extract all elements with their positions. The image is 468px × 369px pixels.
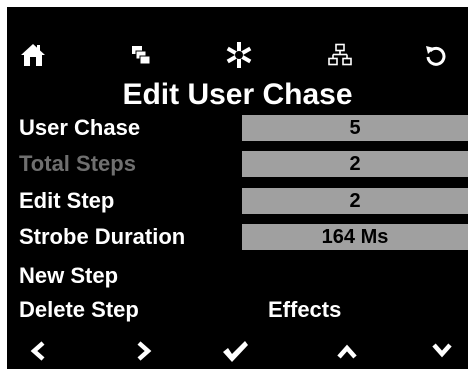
- delete-step-button[interactable]: Delete Step: [19, 296, 139, 324]
- chevron-left-icon[interactable]: [23, 333, 53, 369]
- layers-icon[interactable]: [125, 35, 157, 75]
- chevron-down-icon[interactable]: [426, 333, 458, 369]
- field-row-total-steps: Total Steps 2: [7, 150, 468, 178]
- field-value[interactable]: 5: [242, 115, 468, 141]
- field-row-edit-step[interactable]: Edit Step 2: [7, 187, 468, 215]
- chevron-up-icon[interactable]: [331, 333, 363, 369]
- field-label: Strobe Duration: [19, 224, 186, 249]
- field-row-user-chase[interactable]: User Chase 5: [7, 114, 468, 142]
- network-icon[interactable]: [322, 35, 358, 75]
- page-title: Edit User Chase: [122, 78, 353, 111]
- field-value: 2: [242, 151, 468, 177]
- field-label: Edit Step: [19, 188, 115, 213]
- undo-icon[interactable]: [418, 35, 454, 75]
- field-value[interactable]: 2: [242, 188, 468, 214]
- top-toolbar: [7, 35, 468, 75]
- asterisk-icon[interactable]: [221, 35, 257, 75]
- device-screen: Edit User Chase User Chase 5 Total Steps…: [7, 7, 468, 369]
- field-row-strobe-duration[interactable]: Strobe Duration 164 Ms: [7, 223, 468, 251]
- effects-button[interactable]: Effects: [268, 296, 341, 324]
- home-icon[interactable]: [17, 35, 49, 75]
- checkmark-icon[interactable]: [217, 333, 253, 369]
- field-label: User Chase: [19, 115, 141, 140]
- field-value[interactable]: 164 Ms: [242, 224, 468, 250]
- new-step-button[interactable]: New Step: [19, 262, 118, 290]
- chevron-right-icon[interactable]: [129, 333, 159, 369]
- field-label: Total Steps: [19, 151, 136, 176]
- bottom-navigation: [7, 333, 468, 369]
